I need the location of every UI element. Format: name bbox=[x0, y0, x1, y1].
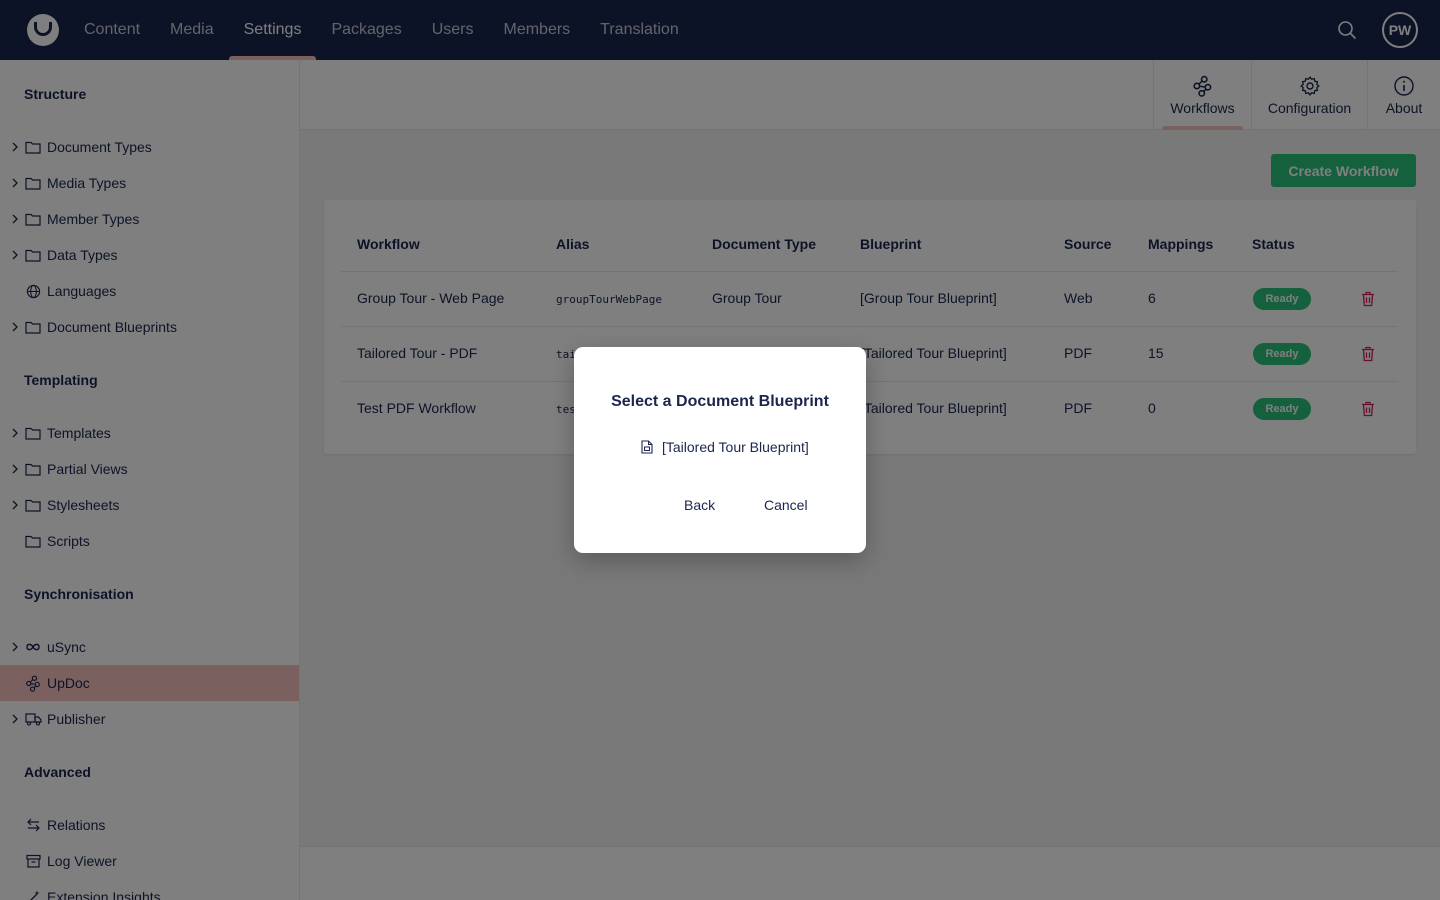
dialog-title: Select a Document Blueprint bbox=[611, 393, 829, 410]
blueprint-option-label: [Tailored Tour Blueprint] bbox=[662, 439, 809, 455]
blueprint-icon bbox=[640, 440, 654, 454]
back-button[interactable]: Back bbox=[684, 497, 715, 513]
blueprint-option[interactable]: [Tailored Tour Blueprint] bbox=[640, 439, 809, 455]
cancel-button[interactable]: Cancel bbox=[764, 497, 808, 513]
select-blueprint-dialog: Select a Document Blueprint [Tailored To… bbox=[574, 347, 866, 553]
